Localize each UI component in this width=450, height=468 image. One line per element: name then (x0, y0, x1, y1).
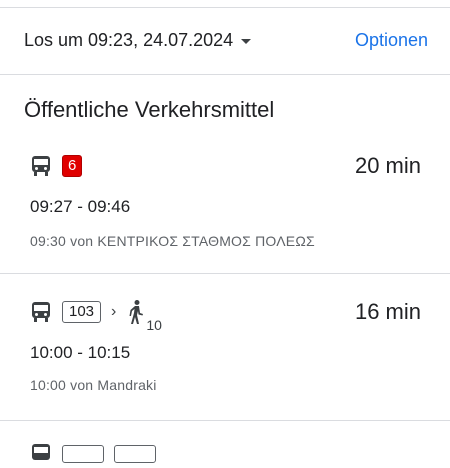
route-divider (0, 273, 450, 274)
dropdown-caret-icon (241, 38, 252, 44)
route-departure-stop: 09:30 von ΚΕΝΤΡΙΚΟΣ ΣΤΑΘΜΟΣ ΠΟΛΕΩΣ (30, 233, 315, 249)
route-line-summary (30, 440, 156, 468)
walk-segment: 10 (126, 299, 162, 333)
departure-time-label: Los um 09:23, 24.07.2024 (24, 30, 234, 50)
line-badge: 103 (62, 301, 102, 323)
bus-icon (32, 444, 50, 460)
section-title: Öffentliche Verkehrsmittel (24, 97, 275, 122)
chevron-right-icon: › (111, 303, 117, 320)
top-strip (0, 0, 450, 8)
route-times: 09:27 - 09:46 (30, 197, 131, 216)
options-button[interactable]: Optionen (355, 28, 428, 52)
walk-icon (129, 300, 144, 324)
header-divider (0, 74, 450, 75)
bus-icon (32, 156, 50, 176)
route-duration: 16 min (354, 299, 421, 324)
route-line-summary: 6 (30, 152, 83, 180)
route-divider (0, 420, 450, 421)
line-badge: 6 (62, 155, 83, 177)
bus-icon (32, 302, 50, 322)
departure-time-selector[interactable]: Los um 09:23, 24.07.2024 (24, 28, 252, 52)
line-badge (62, 445, 104, 463)
route-times: 10:00 - 10:15 (30, 343, 131, 362)
route-duration: 20 min (354, 153, 421, 178)
route-line-summary: 103 › 10 (30, 298, 162, 333)
route-departure-stop: 10:00 von Mandraki (30, 377, 157, 393)
walk-minutes: 10 (146, 317, 162, 333)
departure-row: Los um 09:23, 24.07.2024 Optionen (24, 28, 428, 52)
line-badge (114, 445, 156, 463)
top-divider (0, 7, 450, 8)
